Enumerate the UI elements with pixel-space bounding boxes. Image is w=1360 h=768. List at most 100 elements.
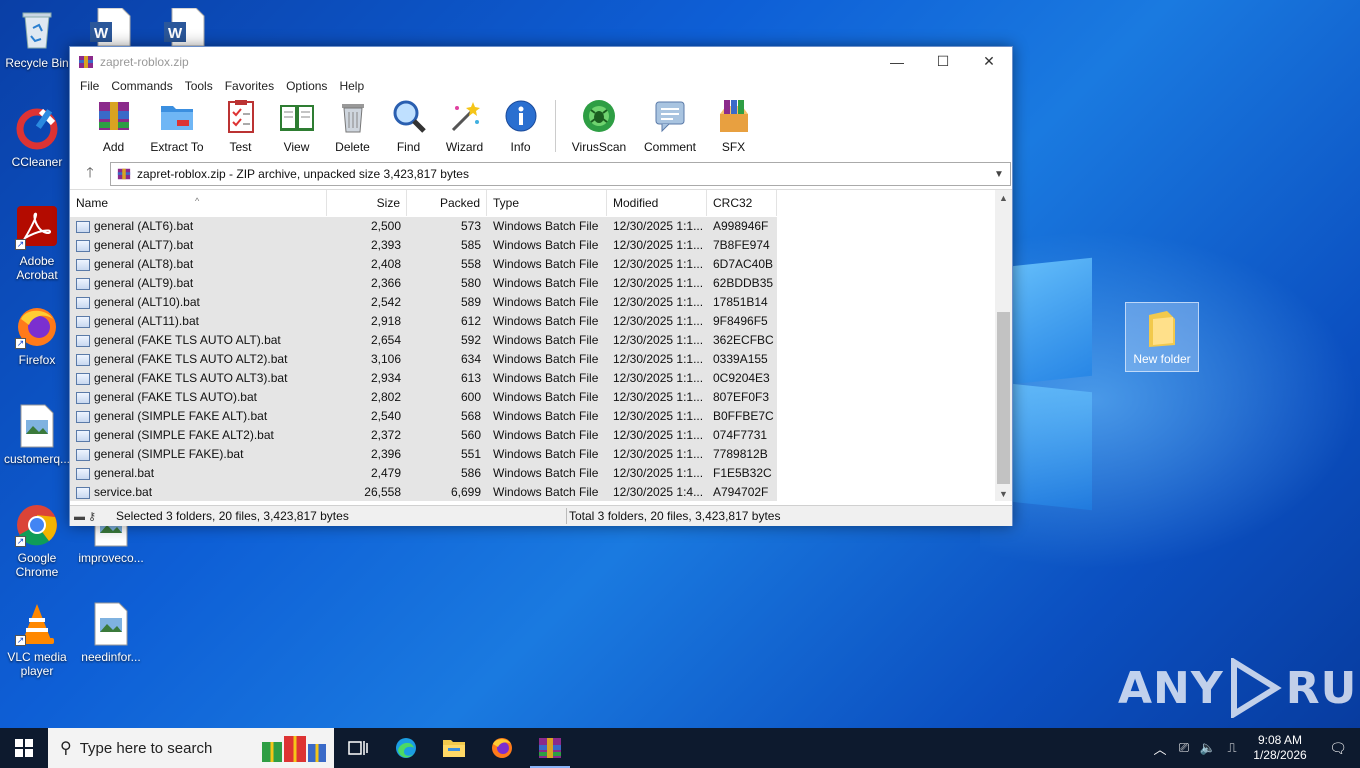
- extract-to-button[interactable]: Extract To: [142, 98, 212, 154]
- clock-date: 1/28/2026: [1253, 748, 1307, 762]
- up-level-button[interactable]: 🡑: [70, 162, 110, 186]
- column-header-name[interactable]: Name ^: [70, 190, 327, 216]
- table-row[interactable]: general (FAKE TLS AUTO).bat 2,802 600 Windo…: [70, 388, 777, 407]
- folder-icon: [1149, 311, 1175, 347]
- table-row[interactable]: general (ALT7).bat 2,393 585 Windows Batch …: [70, 236, 777, 255]
- word-document-icon[interactable]: W: [162, 8, 206, 46]
- task-view-button[interactable]: [334, 728, 382, 768]
- file-rows: general (ALT6).bat 2,500 573 Windows Batch …: [70, 217, 777, 501]
- delete-button[interactable]: Delete: [325, 98, 380, 154]
- desktop-icon-recycle-bin[interactable]: Recycle Bin: [0, 8, 74, 70]
- cell-type: Windows Batch File: [493, 257, 599, 271]
- firefox-icon: [492, 738, 512, 758]
- desktop-icon-vlc[interactable]: ↗ VLC media player: [0, 602, 74, 678]
- firefox-icon: ↗: [15, 305, 59, 349]
- find-label: Find: [396, 140, 421, 154]
- taskbar-search-box[interactable]: ⚲ Type here to search: [48, 728, 334, 768]
- add-button[interactable]: Add: [86, 98, 141, 154]
- table-row[interactable]: general (ALT9).bat 2,366 580 Windows Batch …: [70, 274, 777, 293]
- wizard-button[interactable]: Wizard: [437, 98, 492, 154]
- menu-tools[interactable]: Tools: [179, 79, 219, 93]
- menu-file[interactable]: File: [74, 79, 105, 93]
- virusscan-button[interactable]: VirusScan: [564, 98, 634, 154]
- notification-icon[interactable]: 🗨: [1316, 740, 1360, 757]
- table-row[interactable]: general (ALT10).bat 2,542 589 Windows Batch…: [70, 293, 777, 312]
- network-icon[interactable]: ⎍: [1220, 740, 1244, 756]
- chevron-down-icon[interactable]: ▼: [994, 169, 1010, 180]
- delete-label: Delete: [335, 140, 370, 154]
- table-row[interactable]: general (SIMPLE FAKE ALT).bat 2,540 568 Win…: [70, 407, 777, 426]
- clock[interactable]: 9:08 AM 1/28/2026: [1244, 733, 1316, 763]
- table-row[interactable]: general.bat 2,479 586 Windows Batch File 12/…: [70, 464, 777, 483]
- table-row[interactable]: general (FAKE TLS AUTO ALT3).bat 2,934 613…: [70, 369, 777, 388]
- table-row[interactable]: general (SIMPLE FAKE).bat 2,396 551 Windows…: [70, 445, 777, 464]
- info-button[interactable]: Info: [493, 98, 548, 154]
- cell-crc32: 62BDDB35: [713, 276, 774, 290]
- column-header-type[interactable]: Type: [487, 190, 607, 216]
- word-document-icon[interactable]: W: [88, 8, 132, 46]
- desktop-icon-customerq[interactable]: customerq...: [0, 404, 74, 466]
- desktop-icon-ccleaner[interactable]: CCleaner: [0, 107, 74, 169]
- column-header-crc32[interactable]: CRC32: [707, 190, 777, 216]
- scrollbar-thumb[interactable]: [997, 312, 1010, 484]
- maximize-button[interactable]: ☐: [920, 47, 966, 76]
- menu-favorites[interactable]: Favorites: [219, 79, 280, 93]
- cell-name: general (SIMPLE FAKE ALT2).bat: [70, 426, 327, 445]
- file-explorer-icon: [443, 740, 465, 757]
- taskbar-winrar[interactable]: [526, 728, 574, 768]
- cell-name: general (ALT8).bat: [70, 255, 327, 274]
- desktop-icon-needinfor[interactable]: needinfor...: [74, 602, 148, 664]
- table-row[interactable]: general (ALT8).bat 2,408 558 Windows Batch …: [70, 255, 777, 274]
- gift-boxes-icon: [262, 736, 326, 762]
- meet-now-icon[interactable]: ⎚: [1172, 740, 1196, 756]
- drive-key-icon[interactable]: ▬ ⚷: [70, 510, 114, 523]
- cell-type: Windows Batch File: [493, 333, 599, 347]
- table-row[interactable]: general (FAKE TLS AUTO ALT).bat 2,654 592 W…: [70, 331, 777, 350]
- cell-crc32: 17851B14: [713, 295, 768, 309]
- chevron-up-icon[interactable]: ︿: [1148, 739, 1172, 758]
- file-name: general (ALT11).bat: [94, 314, 199, 328]
- column-header-modified[interactable]: Modified: [607, 190, 707, 216]
- title-bar[interactable]: zapret-roblox.zip — ☐ ✕: [70, 47, 1012, 76]
- menu-help[interactable]: Help: [333, 79, 370, 93]
- menu-options[interactable]: Options: [280, 79, 333, 93]
- find-button[interactable]: Find: [381, 98, 436, 154]
- test-button[interactable]: Test: [213, 98, 268, 154]
- view-button[interactable]: View: [269, 98, 324, 154]
- start-button[interactable]: [0, 728, 48, 768]
- taskbar-edge[interactable]: [382, 728, 430, 768]
- table-row[interactable]: service.bat 26,558 6,699 Windows Batch File…: [70, 483, 777, 501]
- column-header-size[interactable]: Size: [327, 190, 407, 216]
- cell-packed: 592: [460, 333, 481, 347]
- cell-modified: 12/30/2025 1:1...: [613, 447, 704, 461]
- desktop-icon-adobe-acrobat[interactable]: ↗ Adobe Acrobat: [0, 206, 74, 282]
- desktop-icon-google-chrome[interactable]: ↗ Google Chrome: [0, 503, 74, 579]
- column-header-packed[interactable]: Packed: [407, 190, 487, 216]
- cell-modified: 12/30/2025 1:1...: [613, 352, 704, 366]
- table-row[interactable]: general (ALT11).bat 2,918 612 Windows Batch…: [70, 312, 777, 331]
- test-clipboard-icon: [227, 100, 254, 133]
- taskbar-file-explorer[interactable]: [430, 728, 478, 768]
- path-dropdown[interactable]: zapret-roblox.zip - ZIP archive, unpacke…: [110, 162, 1011, 186]
- taskbar-firefox[interactable]: [478, 728, 526, 768]
- table-row[interactable]: general (FAKE TLS AUTO ALT2).bat 3,106 634…: [70, 350, 777, 369]
- volume-icon[interactable]: 🔈: [1196, 740, 1220, 756]
- desktop-icon-new-folder[interactable]: New folder: [1125, 302, 1199, 372]
- vertical-scrollbar[interactable]: ▲ ▼: [995, 190, 1012, 501]
- scroll-up-icon[interactable]: ▲: [995, 193, 1012, 203]
- cell-type: Windows Batch File: [493, 314, 599, 328]
- cell-crc32: 7789812B: [713, 447, 768, 461]
- cell-crc32: A998946F: [713, 219, 769, 233]
- cell-type: Windows Batch File: [493, 390, 599, 404]
- table-row[interactable]: general (SIMPLE FAKE ALT2).bat 2,372 560 Wi…: [70, 426, 777, 445]
- desktop-icon-firefox[interactable]: ↗ Firefox: [0, 305, 74, 367]
- comment-button[interactable]: Comment: [635, 98, 705, 154]
- table-row[interactable]: general (ALT6).bat 2,500 573 Windows Batch …: [70, 217, 777, 236]
- cell-type: Windows Batch File: [493, 409, 599, 423]
- minimize-button[interactable]: —: [874, 47, 920, 76]
- system-tray: ︿ ⎚ 🔈 ⎍ 9:08 AM 1/28/2026 🗨: [1148, 728, 1360, 768]
- sfx-button[interactable]: SFX: [706, 98, 761, 154]
- scroll-down-icon[interactable]: ▼: [995, 489, 1012, 499]
- close-button[interactable]: ✕: [966, 47, 1012, 76]
- menu-commands[interactable]: Commands: [105, 79, 178, 93]
